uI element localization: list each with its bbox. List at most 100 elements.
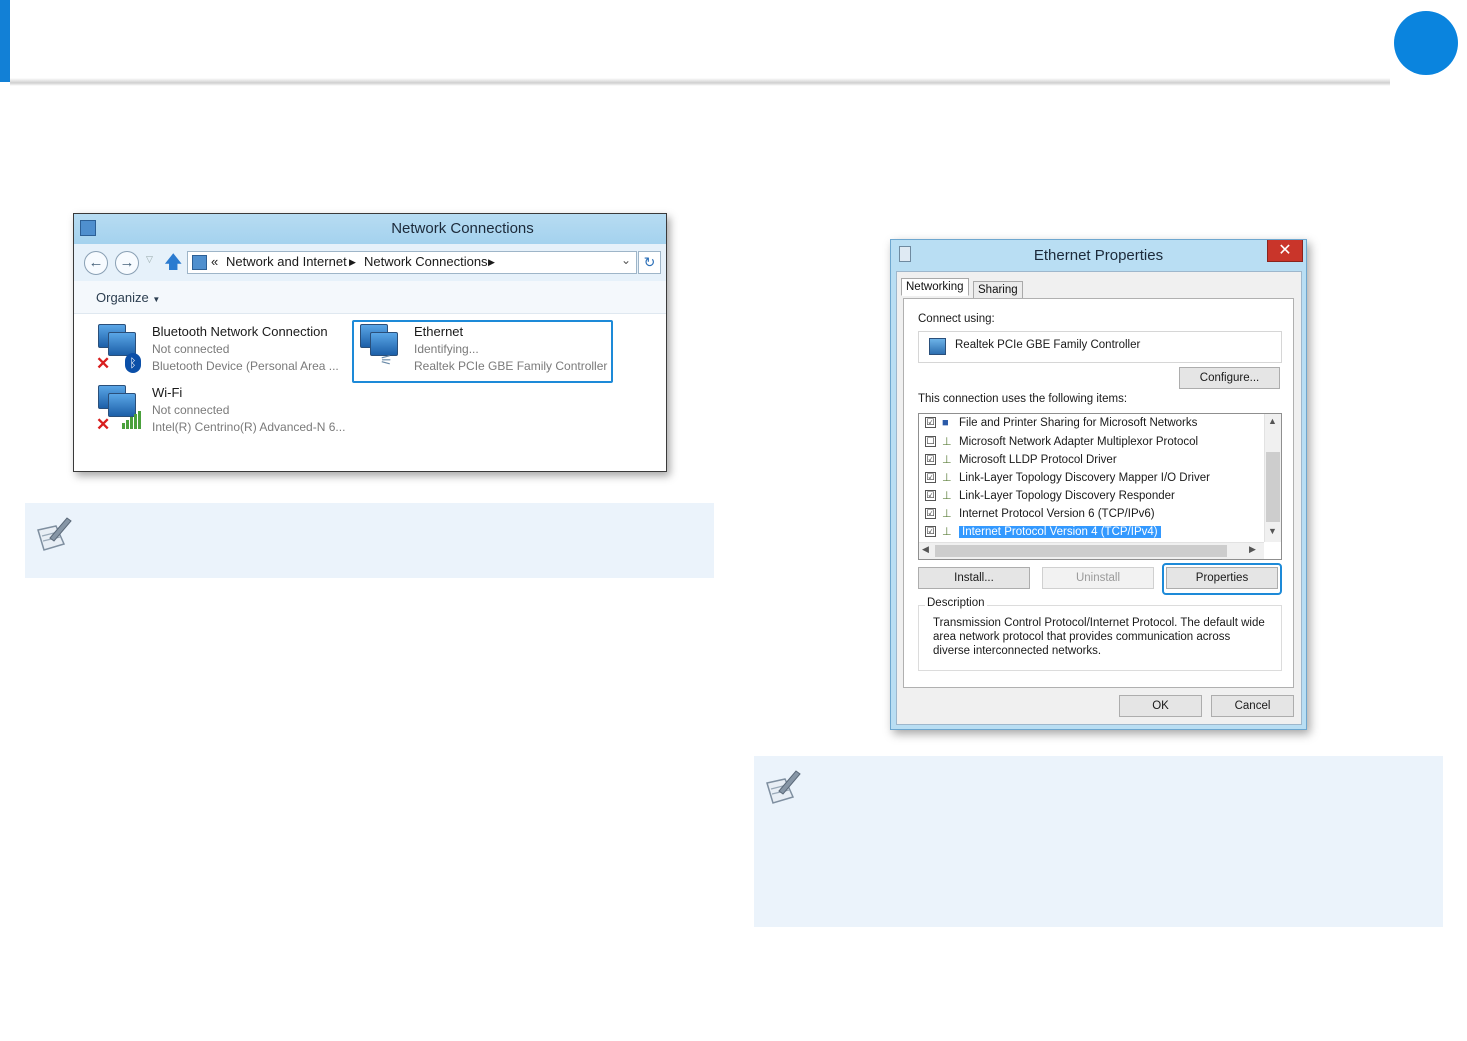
item-label: Link-Layer Topology Discovery Mapper I/O… [959,472,1210,484]
navigation-bar: ← → ▽ 🡅 « Network and Internet ▶ Network… [74,244,666,282]
horizontal-scrollbar[interactable]: ◀ ▶ [919,542,1264,559]
ethernet-cable-icon: ⚟ [380,352,393,368]
dialog-body: Networking Sharing Connect using: Realte… [896,271,1302,725]
item-checkbox[interactable]: ☑ [925,417,936,429]
window-title: Network Connections [391,220,534,237]
page-indicator-circle [1394,11,1458,75]
protocol-icon: ⊥ [942,472,952,484]
note-box [25,503,714,578]
header-accent-bar [0,0,10,82]
file-printer-sharing-icon: ■ [942,417,949,429]
breadcrumb-network-and-internet[interactable]: Network and Internet [226,254,347,269]
breadcrumb-arrow-icon[interactable]: ▶ [488,257,495,268]
item-checkbox[interactable]: ☑ [925,472,936,484]
breadcrumb-network-connections[interactable]: Network Connections [364,254,488,269]
note-pencil-icon [37,517,72,551]
protocol-icon: ⊥ [942,454,952,466]
connection-name: Wi-Fi [152,385,183,400]
recent-locations-chevron-icon[interactable]: ▽ [146,254,153,265]
item-checkbox[interactable]: ☑ [925,454,936,466]
network-adapter-icon [929,338,946,355]
list-item[interactable]: ☑ ⊥ Link-Layer Topology Discovery Mapper I… [925,471,1210,489]
connection-device: Intel(R) Centrino(R) Advanced-N 6... [152,420,346,434]
wifi-signal-bars-icon [122,411,144,429]
refresh-icon[interactable]: ↻ [638,251,661,274]
item-label: Link-Layer Topology Discovery Responder [959,490,1175,502]
tab-sharing[interactable]: Sharing [973,281,1023,299]
organize-label: Organize [96,290,149,305]
protocol-icon: ⊥ [942,490,952,502]
up-arrow-icon[interactable]: 🡅 [164,250,183,280]
bluetooth-icon: ᛒ [125,353,141,373]
item-label: Microsoft Network Adapter Multiplexor Pr… [959,436,1199,448]
item-checkbox[interactable]: ☑ [925,526,936,538]
networking-tab-panel: Connect using: Realtek PCIe GBE Family C… [903,298,1294,688]
connection-ethernet[interactable]: ⚟ Ethernet Identifying... Realtek PCIe G… [358,322,608,377]
item-checkbox[interactable]: ☑ [925,490,936,502]
list-item[interactable]: ☑ ⊥ Link-Layer Topology Discovery Responde… [925,489,1175,507]
connection-wifi[interactable]: ✕ Wi-Fi Not connected Intel(R) Centrino(… [96,383,345,438]
item-label: Internet Protocol Version 4 (TCP/IPv4) [959,526,1161,538]
organize-dropdown-icon: ▼ [152,295,161,304]
address-bar[interactable]: « Network and Internet ▶ Network Connect… [187,251,637,274]
ethernet-properties-dialog: Ethernet Properties ✕ Networking Sharing… [890,239,1307,730]
connection-status: Identifying... [414,342,479,356]
connect-using-label: Connect using: [918,313,995,325]
list-item-selected[interactable]: ☑ ⊥ Internet Protocol Version 4 (TCP/IPv4) [925,525,1161,543]
list-item[interactable]: ☑ ⊥ Internet Protocol Version 6 (TCP/IPv6) [925,507,1155,525]
scroll-up-icon[interactable]: ▲ [1268,416,1277,426]
ok-button[interactable]: OK [1119,695,1202,717]
dialog-title: Ethernet Properties [1033,247,1164,264]
adapter-field: Realtek PCIe GBE Family Controller [918,331,1282,363]
network-folder-icon [192,255,207,270]
command-bar: Organize ▼ [74,281,666,314]
close-icon[interactable]: ✕ [1267,240,1303,262]
connection-device: Realtek PCIe GBE Family Controller [414,359,608,373]
disconnected-x-icon: ✕ [96,415,111,434]
item-label: Internet Protocol Version 6 (TCP/IPv6) [959,508,1155,520]
description-text: Transmission Control Protocol/Internet P… [933,617,1265,657]
organize-menu[interactable]: Organize ▼ [96,290,160,305]
vertical-scrollbar[interactable]: ▲ ▼ [1264,414,1281,542]
header-divider [10,78,1390,86]
install-button[interactable]: Install... [918,567,1030,589]
connection-status: Not connected [152,342,230,356]
list-item[interactable]: ☑ ■ File and Printer Sharing for Microsoft… [925,417,1197,435]
connection-name: Ethernet [414,324,464,339]
title-bar: Network Connections [74,214,666,244]
list-item[interactable]: ☑ ⊥ Microsoft LLDP Protocol Driver [925,453,1117,471]
scroll-down-icon[interactable]: ▼ [1268,526,1277,536]
item-checkbox[interactable]: ☐ [925,436,936,448]
list-item[interactable]: ☐ ⊥ Microsoft Network Adapter Multiplexor … [925,435,1198,453]
forward-arrow-icon[interactable]: → [115,251,139,275]
item-checkbox[interactable]: ☑ [925,508,936,520]
description-group: Description Transmission Control Protoco… [918,597,1282,671]
protocol-icon: ⊥ [942,526,952,538]
item-label: File and Printer Sharing for Microsoft N… [959,417,1198,429]
scrollbar-thumb[interactable] [1266,452,1280,522]
address-dropdown-chevron-icon[interactable]: ⌄ [621,253,631,267]
protocol-icon: ⊥ [942,436,952,448]
disconnected-x-icon: ✕ [96,354,111,373]
adapter-name: Realtek PCIe GBE Family Controller [955,339,1141,351]
configure-button[interactable]: Configure... [1179,367,1280,389]
scroll-right-icon[interactable]: ▶ [1249,544,1256,555]
protocol-icon: ⊥ [942,508,952,520]
scroll-left-icon[interactable]: ◀ [922,544,929,555]
connection-bluetooth[interactable]: ✕ ᛒ Bluetooth Network Connection Not con… [96,322,339,377]
item-label: Microsoft LLDP Protocol Driver [959,454,1117,466]
cancel-button[interactable]: Cancel [1211,695,1294,717]
description-title: Description [925,597,987,609]
uninstall-button[interactable]: Uninstall [1042,567,1154,589]
components-list[interactable]: ☑ ■ File and Printer Sharing for Microsoft… [918,413,1282,560]
note-pencil-icon [766,770,801,804]
breadcrumb-overflow[interactable]: « [211,254,218,269]
back-arrow-icon[interactable]: ← [84,251,108,275]
properties-button-highlight [1162,563,1282,595]
scrollbar-thumb[interactable] [935,545,1227,557]
tab-networking[interactable]: Networking [901,278,969,296]
note-box [754,756,1443,927]
breadcrumb-arrow-icon[interactable]: ▶ [349,257,356,268]
connection-status: Not connected [152,403,230,417]
items-list-label: This connection uses the following items… [918,393,1128,405]
